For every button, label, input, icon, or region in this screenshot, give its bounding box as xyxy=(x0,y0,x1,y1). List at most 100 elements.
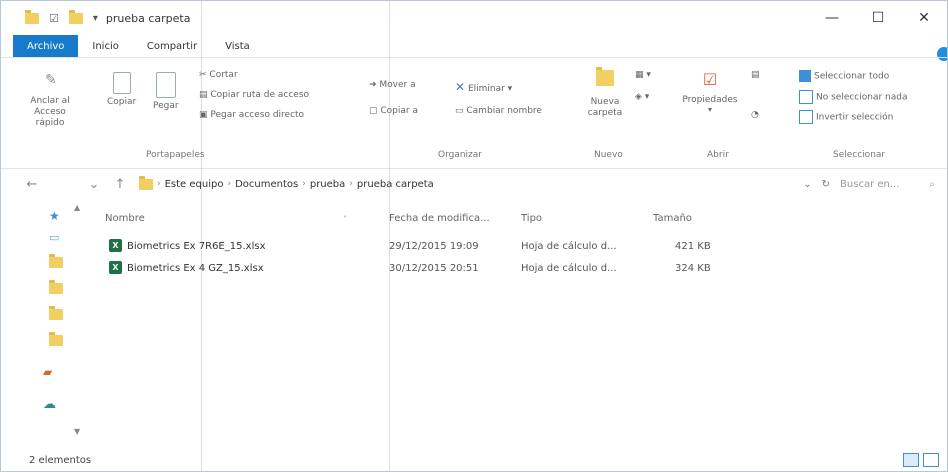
status-bar: 2 elementos xyxy=(1,449,947,471)
quick-access-toolbar: ☑ ▾ xyxy=(1,9,98,25)
search-icon: ⌕ xyxy=(929,178,935,190)
recent-locations-icon[interactable]: ⌄ xyxy=(81,177,107,192)
table-row[interactable]: X Biometrics Ex 4 GZ_15.xlsx 30/12/2015 … xyxy=(105,261,947,279)
desktop-icon[interactable]: ▭ xyxy=(49,231,59,244)
breadcrumb-prueba[interactable]: prueba xyxy=(310,179,345,190)
invert-selection-label: Invertir selección xyxy=(816,112,894,123)
nav-folder-icon[interactable] xyxy=(49,254,63,268)
open-icon[interactable]: ▤ xyxy=(751,70,760,80)
breadcrumb-chevron-icon[interactable]: › xyxy=(302,179,306,189)
delete-label: Eliminar xyxy=(467,84,505,94)
file-date: 30/12/2015 20:51 xyxy=(389,263,479,274)
pin-icon: ✎ xyxy=(45,72,57,88)
history-icon[interactable]: ◔ xyxy=(751,110,759,120)
scroll-down-icon[interactable]: ▼ xyxy=(74,427,80,436)
column-type[interactable]: Tipo xyxy=(521,213,542,224)
column-name[interactable]: Nombre xyxy=(105,213,145,224)
nav-folder-icon[interactable] xyxy=(49,280,63,294)
breadcrumb-documentos[interactable]: Documentos xyxy=(235,179,298,190)
breadcrumb-chevron-icon[interactable]: › xyxy=(349,179,353,189)
minimize-button[interactable]: — xyxy=(809,1,855,35)
scan-artifact-line xyxy=(389,1,390,471)
copy-to-button[interactable]: ▢ Copiar a xyxy=(369,106,418,116)
properties-quick-icon[interactable]: ☑ xyxy=(49,12,59,25)
breadcrumb-chevron-icon[interactable]: › xyxy=(157,179,161,189)
file-date: 29/12/2015 19:09 xyxy=(389,241,479,252)
breadcrumb-prueba-carpeta[interactable]: prueba carpeta xyxy=(357,179,434,190)
folder-icon xyxy=(25,9,39,24)
group-open-label: Abrir xyxy=(707,150,729,160)
paste-shortcut-label: Pegar acceso directo xyxy=(210,110,305,120)
pin-quick-access-button[interactable]: ✎ Anclar al Acceso rápido xyxy=(19,72,81,129)
paste-icon xyxy=(155,72,176,98)
view-buttons xyxy=(903,453,939,467)
nav-folder-icon[interactable] xyxy=(49,306,63,320)
close-button[interactable]: ✕ xyxy=(901,1,947,35)
item-count: 2 elementos xyxy=(29,455,92,466)
properties-icon: ☑ xyxy=(702,70,718,89)
tab-inicio[interactable]: Inicio xyxy=(78,35,132,57)
column-date[interactable]: Fecha de modifica... xyxy=(389,213,490,224)
up-arrow-icon[interactable]: ↑ xyxy=(107,177,133,192)
details-view-icon[interactable] xyxy=(903,453,919,467)
refresh-icon[interactable]: ↻ xyxy=(822,179,830,190)
quick-access-star-icon[interactable]: ★ xyxy=(49,209,60,223)
window-title: prueba carpeta xyxy=(105,11,191,25)
copy-path-label: Copiar ruta de acceso xyxy=(210,90,310,100)
new-folder-button[interactable]: Nueva carpeta xyxy=(583,67,627,119)
location-folder-icon xyxy=(139,175,153,190)
group-new-label: Nuevo xyxy=(594,150,623,160)
maximize-button[interactable]: ☐ xyxy=(855,1,901,35)
back-arrow-icon[interactable]: ← xyxy=(19,177,45,192)
properties-dropdown-icon[interactable]: ▾ xyxy=(675,105,745,114)
select-none-button[interactable]: No seleccionar nada xyxy=(799,90,908,104)
select-all-button[interactable]: Seleccionar todo xyxy=(799,70,889,82)
cut-button[interactable]: ✂ Cortar xyxy=(199,70,238,80)
breadcrumb-este-equipo[interactable]: Este equipo xyxy=(165,179,224,190)
file-size: 421 KB xyxy=(675,241,711,252)
nav-folder-icon[interactable] xyxy=(49,332,63,346)
tab-compartir[interactable]: Compartir xyxy=(133,35,211,57)
properties-button[interactable]: ☑ Propiedades ▾ xyxy=(675,70,745,114)
new-folder-icon xyxy=(596,67,614,86)
select-all-label: Seleccionar todo xyxy=(814,71,890,82)
table-row[interactable]: X Biometrics Ex 7R6E_15.xlsx 29/12/2015 … xyxy=(105,239,947,257)
search-box[interactable]: Buscar en... ⌕ xyxy=(840,179,935,190)
invert-selection-icon xyxy=(799,110,813,124)
rename-button[interactable]: ▭ Cambiar nombre xyxy=(455,106,542,116)
ribbon-tabs: Archivo Inicio Compartir Vista xyxy=(1,35,947,57)
copy-button[interactable]: Copiar xyxy=(107,72,136,107)
file-explorer-window: ☑ ▾ prueba carpeta — ☐ ✕ Archivo Inicio … xyxy=(0,0,948,472)
search-input[interactable]: Buscar en... xyxy=(840,179,899,190)
paste-shortcut-button[interactable]: ▣ Pegar acceso directo xyxy=(199,110,304,120)
scroll-up-icon[interactable]: ▲ xyxy=(74,203,80,212)
onedrive-folder-icon[interactable]: ▰ xyxy=(43,365,52,379)
large-icons-view-icon[interactable] xyxy=(923,453,939,467)
new-item-icon[interactable]: ▦ ▾ xyxy=(635,70,651,80)
tab-vista[interactable]: Vista xyxy=(211,35,264,57)
cloud-icon[interactable]: ☁ xyxy=(43,397,56,412)
excel-file-icon: X xyxy=(109,239,122,252)
group-clipboard-label: Portapapeles xyxy=(146,150,205,160)
delete-button[interactable]: ✕ Eliminar ▾ xyxy=(455,80,512,94)
file-name[interactable]: Biometrics Ex 4 GZ_15.xlsx xyxy=(127,263,264,274)
delete-icon: ✕ xyxy=(455,80,466,94)
ribbon: ✎ Anclar al Acceso rápido Copiar Pegar ✂… xyxy=(1,57,947,169)
invert-selection-button[interactable]: Invertir selección xyxy=(799,110,893,124)
new-folder-quick-icon[interactable] xyxy=(68,9,83,24)
move-to-button[interactable]: ➜ Mover a xyxy=(369,80,416,90)
content-area: ★ ▭ ▰ ☁ ▲ ▼ Nombre ˄ Fecha de modifica..… xyxy=(1,199,947,443)
rename-label: Cambiar nombre xyxy=(466,106,542,116)
column-size[interactable]: Tamaño xyxy=(653,213,692,224)
tab-archivo[interactable]: Archivo xyxy=(13,35,79,57)
sort-caret-icon: ˄ xyxy=(343,215,347,224)
copy-path-button[interactable]: ▤ Copiar ruta de acceso xyxy=(199,90,309,100)
address-dropdown-icon[interactable]: ⌄ xyxy=(803,179,811,190)
customize-quick-access-icon[interactable]: ▾ xyxy=(93,13,98,24)
file-name[interactable]: Biometrics Ex 7R6E_15.xlsx xyxy=(127,241,265,252)
paste-button[interactable]: Pegar xyxy=(153,72,179,111)
breadcrumb-chevron-icon[interactable]: › xyxy=(227,179,231,189)
easy-access-icon[interactable]: ◈ ▾ xyxy=(635,92,649,102)
group-organize-label: Organizar xyxy=(438,150,482,160)
select-none-label: No seleccionar nada xyxy=(816,92,908,103)
